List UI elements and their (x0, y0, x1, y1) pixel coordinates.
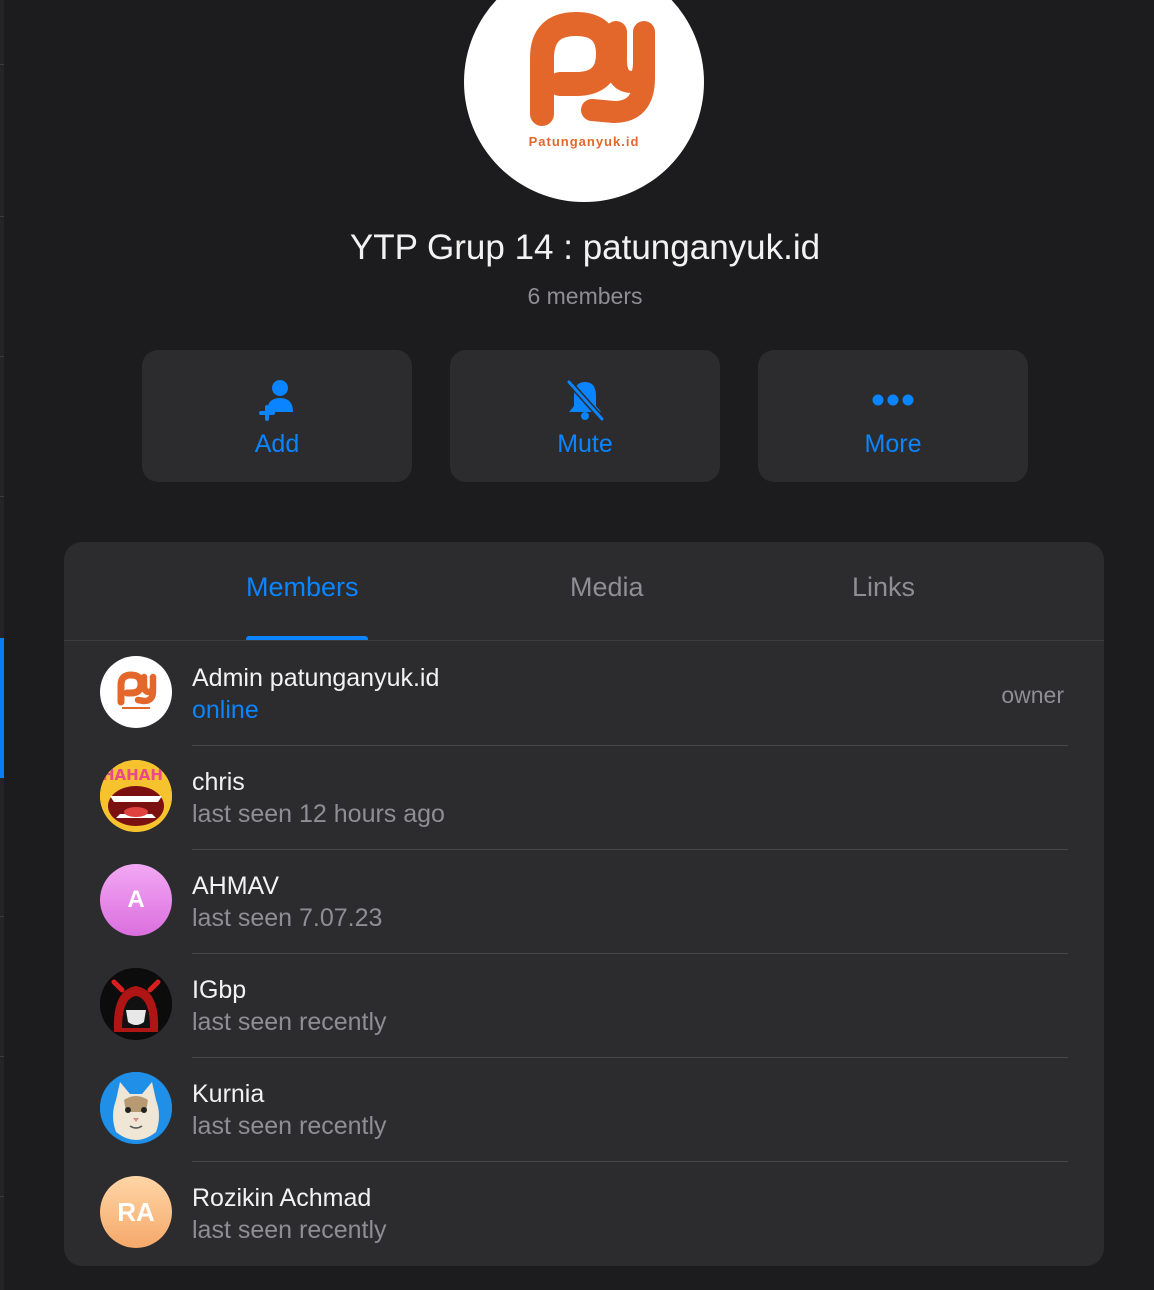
avatar-initials: RA (117, 1196, 155, 1227)
member-status: last seen 7.07.23 (192, 904, 383, 932)
more-button-label: More (864, 430, 922, 458)
member-row-admin[interactable]: Admin patunganyuk.id online owner (64, 642, 1104, 746)
tabs-divider (64, 640, 1104, 641)
tab-members[interactable]: Members (246, 572, 359, 603)
mute-button-label: Mute (557, 430, 613, 458)
member-row-igbp[interactable]: IGbp last seen recently (64, 954, 1104, 1058)
member-status: last seen recently (192, 1216, 387, 1244)
svg-text:HAHAH: HAHAH (102, 766, 163, 784)
avatar: A (100, 864, 172, 936)
avatar: RA (100, 1176, 172, 1248)
member-name: AHMAV (192, 872, 280, 900)
member-row-rozikin[interactable]: RA Rozikin Achmad last seen recently (64, 1162, 1104, 1266)
hooded-devil-image (100, 968, 172, 1040)
member-name: IGbp (192, 976, 247, 1004)
bell-slash-icon (566, 380, 605, 421)
member-status: last seen recently (192, 1112, 387, 1140)
avatar-initials: A (127, 886, 145, 913)
tab-links[interactable]: Links (852, 572, 915, 603)
avatar (100, 656, 172, 728)
member-name: chris (192, 768, 245, 796)
member-name: Rozikin Achmad (192, 1184, 372, 1212)
member-row-chris[interactable]: HAHAH chris last seen 12 hours ago (64, 746, 1104, 850)
member-name: Admin patunganyuk.id (192, 664, 440, 692)
group-title: YTP Grup 14 : patunganyuk.id (349, 228, 821, 267)
member-status: last seen recently (192, 1008, 387, 1036)
member-row-kurnia[interactable]: Kurnia last seen recently (64, 1058, 1104, 1162)
active-chat-indicator (0, 638, 4, 778)
patunganyuk-logo-icon (117, 671, 157, 709)
avatar (100, 968, 172, 1040)
mute-button[interactable]: Mute (450, 350, 720, 482)
group-content-panel: Members Media Links Admin patunganyuk.id… (64, 542, 1104, 1266)
laughing-mouth-image: HAHAH (100, 760, 172, 832)
avatar (100, 1072, 172, 1144)
cat-image (100, 1072, 172, 1144)
member-name: Kurnia (192, 1080, 265, 1108)
ellipsis-icon (872, 394, 914, 406)
member-status: online (192, 696, 259, 724)
group-avatar-brand-text: Patunganyuk.id (528, 134, 640, 149)
add-member-button[interactable]: Add (142, 350, 412, 482)
more-button[interactable]: More (758, 350, 1028, 482)
window-left-edge (0, 0, 4, 1290)
tab-media[interactable]: Media (570, 572, 644, 603)
avatar: HAHAH (100, 760, 172, 832)
member-count: 6 members (527, 283, 643, 309)
add-member-icon (259, 380, 293, 421)
add-button-label: Add (254, 430, 300, 458)
member-row-ahmav[interactable]: A AHMAV last seen 7.07.23 (64, 850, 1104, 954)
patunganyuk-logo-icon (530, 12, 655, 126)
group-avatar[interactable]: Patunganyuk.id (464, 0, 704, 202)
member-role-badge: owner (1001, 682, 1064, 708)
member-status: last seen 12 hours ago (192, 800, 445, 828)
